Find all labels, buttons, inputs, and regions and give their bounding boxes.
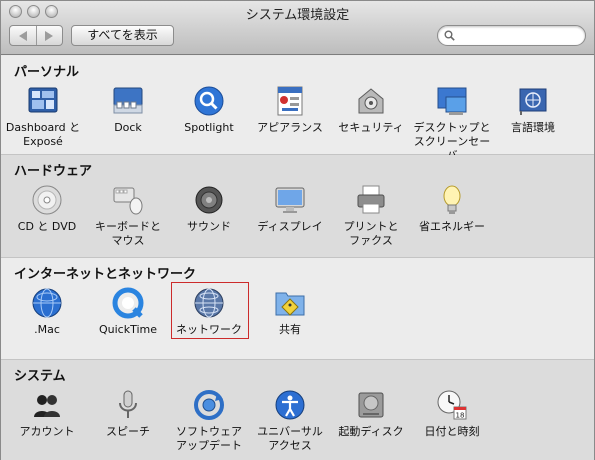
language-icon bbox=[519, 88, 547, 115]
sound-icon bbox=[195, 186, 223, 214]
pane-label: キーボードと マウス bbox=[95, 220, 161, 247]
speech-icon bbox=[119, 390, 137, 418]
desktop-icon bbox=[437, 87, 467, 115]
pane-software-update[interactable]: ソフトウェア アップデート bbox=[167, 389, 251, 453]
section-hardware: ハードウェア CD と DVD キーボードと マウス サウンド ディスプレイ プ… bbox=[1, 155, 594, 258]
section-title: インターネットとネットワーク bbox=[14, 267, 197, 282]
spotlight-icon bbox=[194, 86, 224, 116]
forward-button[interactable] bbox=[35, 26, 63, 45]
svg-text:18: 18 bbox=[456, 412, 465, 420]
software-update-icon bbox=[194, 390, 224, 420]
pane-print-fax[interactable]: プリントと ファクス bbox=[329, 184, 413, 248]
back-arrow-icon bbox=[18, 30, 27, 41]
pane-dock[interactable]: Dock bbox=[86, 85, 170, 135]
window-title: システム環境設定 bbox=[245, 8, 350, 23]
pane-desktop-screensaver[interactable]: デスクトップと スクリーンセーバ bbox=[410, 85, 494, 163]
pane-label: Dashboard と Exposé bbox=[5, 121, 81, 148]
section-title: システム bbox=[14, 369, 66, 384]
pane-label: アピアランス bbox=[257, 121, 323, 134]
startup-disk-icon bbox=[358, 392, 384, 418]
security-icon bbox=[358, 88, 384, 114]
cd-dvd-icon bbox=[32, 185, 62, 215]
show-all-button[interactable]: すべてを表示 bbox=[71, 25, 174, 46]
pane-keyboard-mouse[interactable]: キーボードと マウス bbox=[86, 184, 170, 248]
section-system: システム アカウント スピーチ ソフトウェア アップデート ユニバーサル アクセ… bbox=[1, 360, 594, 460]
pane-label: Dock bbox=[114, 121, 142, 134]
energy-saver-icon bbox=[443, 185, 461, 214]
pane-label: アカウント bbox=[19, 425, 75, 438]
dock-icon bbox=[113, 87, 143, 114]
pane-label: スピーチ bbox=[106, 425, 150, 438]
appearance-icon bbox=[277, 86, 303, 116]
section-title: ハードウェア bbox=[14, 164, 93, 179]
pane-speech[interactable]: スピーチ bbox=[86, 389, 170, 439]
pane-display[interactable]: ディスプレイ bbox=[248, 184, 332, 234]
pane-label: ソフトウェア アップデート bbox=[176, 425, 242, 452]
search-icon bbox=[444, 30, 455, 41]
accounts-icon bbox=[34, 395, 60, 417]
universal-access-icon bbox=[275, 390, 305, 420]
pane-security[interactable]: セキュリティ bbox=[329, 85, 413, 135]
pane-quicktime[interactable]: QuickTime bbox=[86, 287, 170, 337]
pane-language[interactable]: 言語環境 bbox=[491, 85, 575, 135]
display-icon bbox=[275, 187, 305, 213]
section-personal: パーソナル Dashboard と Exposé Dock Spotlight … bbox=[1, 56, 594, 162]
pane-label: ネットワーク bbox=[176, 323, 242, 336]
sharing-icon bbox=[275, 292, 305, 316]
network-icon bbox=[194, 288, 224, 318]
back-forward-control bbox=[9, 25, 63, 46]
pane-label: .Mac bbox=[34, 323, 60, 336]
back-button[interactable] bbox=[10, 26, 36, 45]
pane-label: 日付と時刻 bbox=[424, 425, 480, 438]
pane-dotmac[interactable]: .Mac bbox=[5, 287, 89, 337]
printer-icon bbox=[357, 185, 385, 214]
pane-cd-dvd[interactable]: CD と DVD bbox=[5, 184, 89, 234]
keyboard-mouse-icon bbox=[113, 187, 143, 215]
search-field[interactable] bbox=[437, 25, 586, 46]
pane-spotlight[interactable]: Spotlight bbox=[167, 85, 251, 135]
pane-sharing[interactable]: 共有 bbox=[248, 287, 332, 337]
pane-label: セキュリティ bbox=[338, 121, 404, 134]
dotmac-icon bbox=[32, 288, 62, 318]
date-time-icon: 18 bbox=[437, 390, 467, 420]
forward-arrow-icon bbox=[45, 30, 54, 41]
pane-label: Spotlight bbox=[184, 121, 234, 134]
pane-label: ディスプレイ bbox=[257, 220, 323, 233]
pane-label: 省エネルギー bbox=[419, 220, 485, 233]
pane-energy-saver[interactable]: 省エネルギー bbox=[410, 184, 494, 234]
title-bar: システム環境設定 すべてを表示 bbox=[1, 1, 594, 55]
pane-label: 起動ディスク bbox=[338, 425, 404, 438]
pane-label: CD と DVD bbox=[17, 220, 77, 233]
pane-accounts[interactable]: アカウント bbox=[5, 389, 89, 439]
system-preferences-window: システム環境設定 すべてを表示 パーソナル Dashboard と Exposé bbox=[0, 0, 595, 460]
pane-startup-disk[interactable]: 起動ディスク bbox=[329, 389, 413, 439]
pane-label: 共有 bbox=[279, 323, 301, 336]
pane-universal-access[interactable]: ユニバーサル アクセス bbox=[248, 389, 332, 453]
section-internet-network: インターネットとネットワーク .Mac QuickTime ネットワーク 共有 bbox=[1, 258, 594, 360]
quicktime-icon bbox=[112, 287, 144, 319]
pane-network[interactable]: ネットワーク bbox=[167, 287, 251, 337]
pane-label: 言語環境 bbox=[511, 121, 555, 134]
pane-appearance[interactable]: アピアランス bbox=[248, 85, 332, 135]
pane-label: プリントと ファクス bbox=[343, 220, 399, 247]
pane-label: QuickTime bbox=[98, 323, 158, 336]
dashboard-icon bbox=[28, 87, 58, 113]
pane-label: サウンド bbox=[187, 220, 231, 233]
pane-date-time[interactable]: 18 日付と時刻 bbox=[410, 389, 494, 439]
pane-sound[interactable]: サウンド bbox=[167, 184, 251, 234]
pane-label: ユニバーサル アクセス bbox=[257, 425, 323, 452]
pane-dashboard-expose[interactable]: Dashboard と Exposé bbox=[1, 85, 85, 149]
section-title: パーソナル bbox=[14, 65, 80, 80]
